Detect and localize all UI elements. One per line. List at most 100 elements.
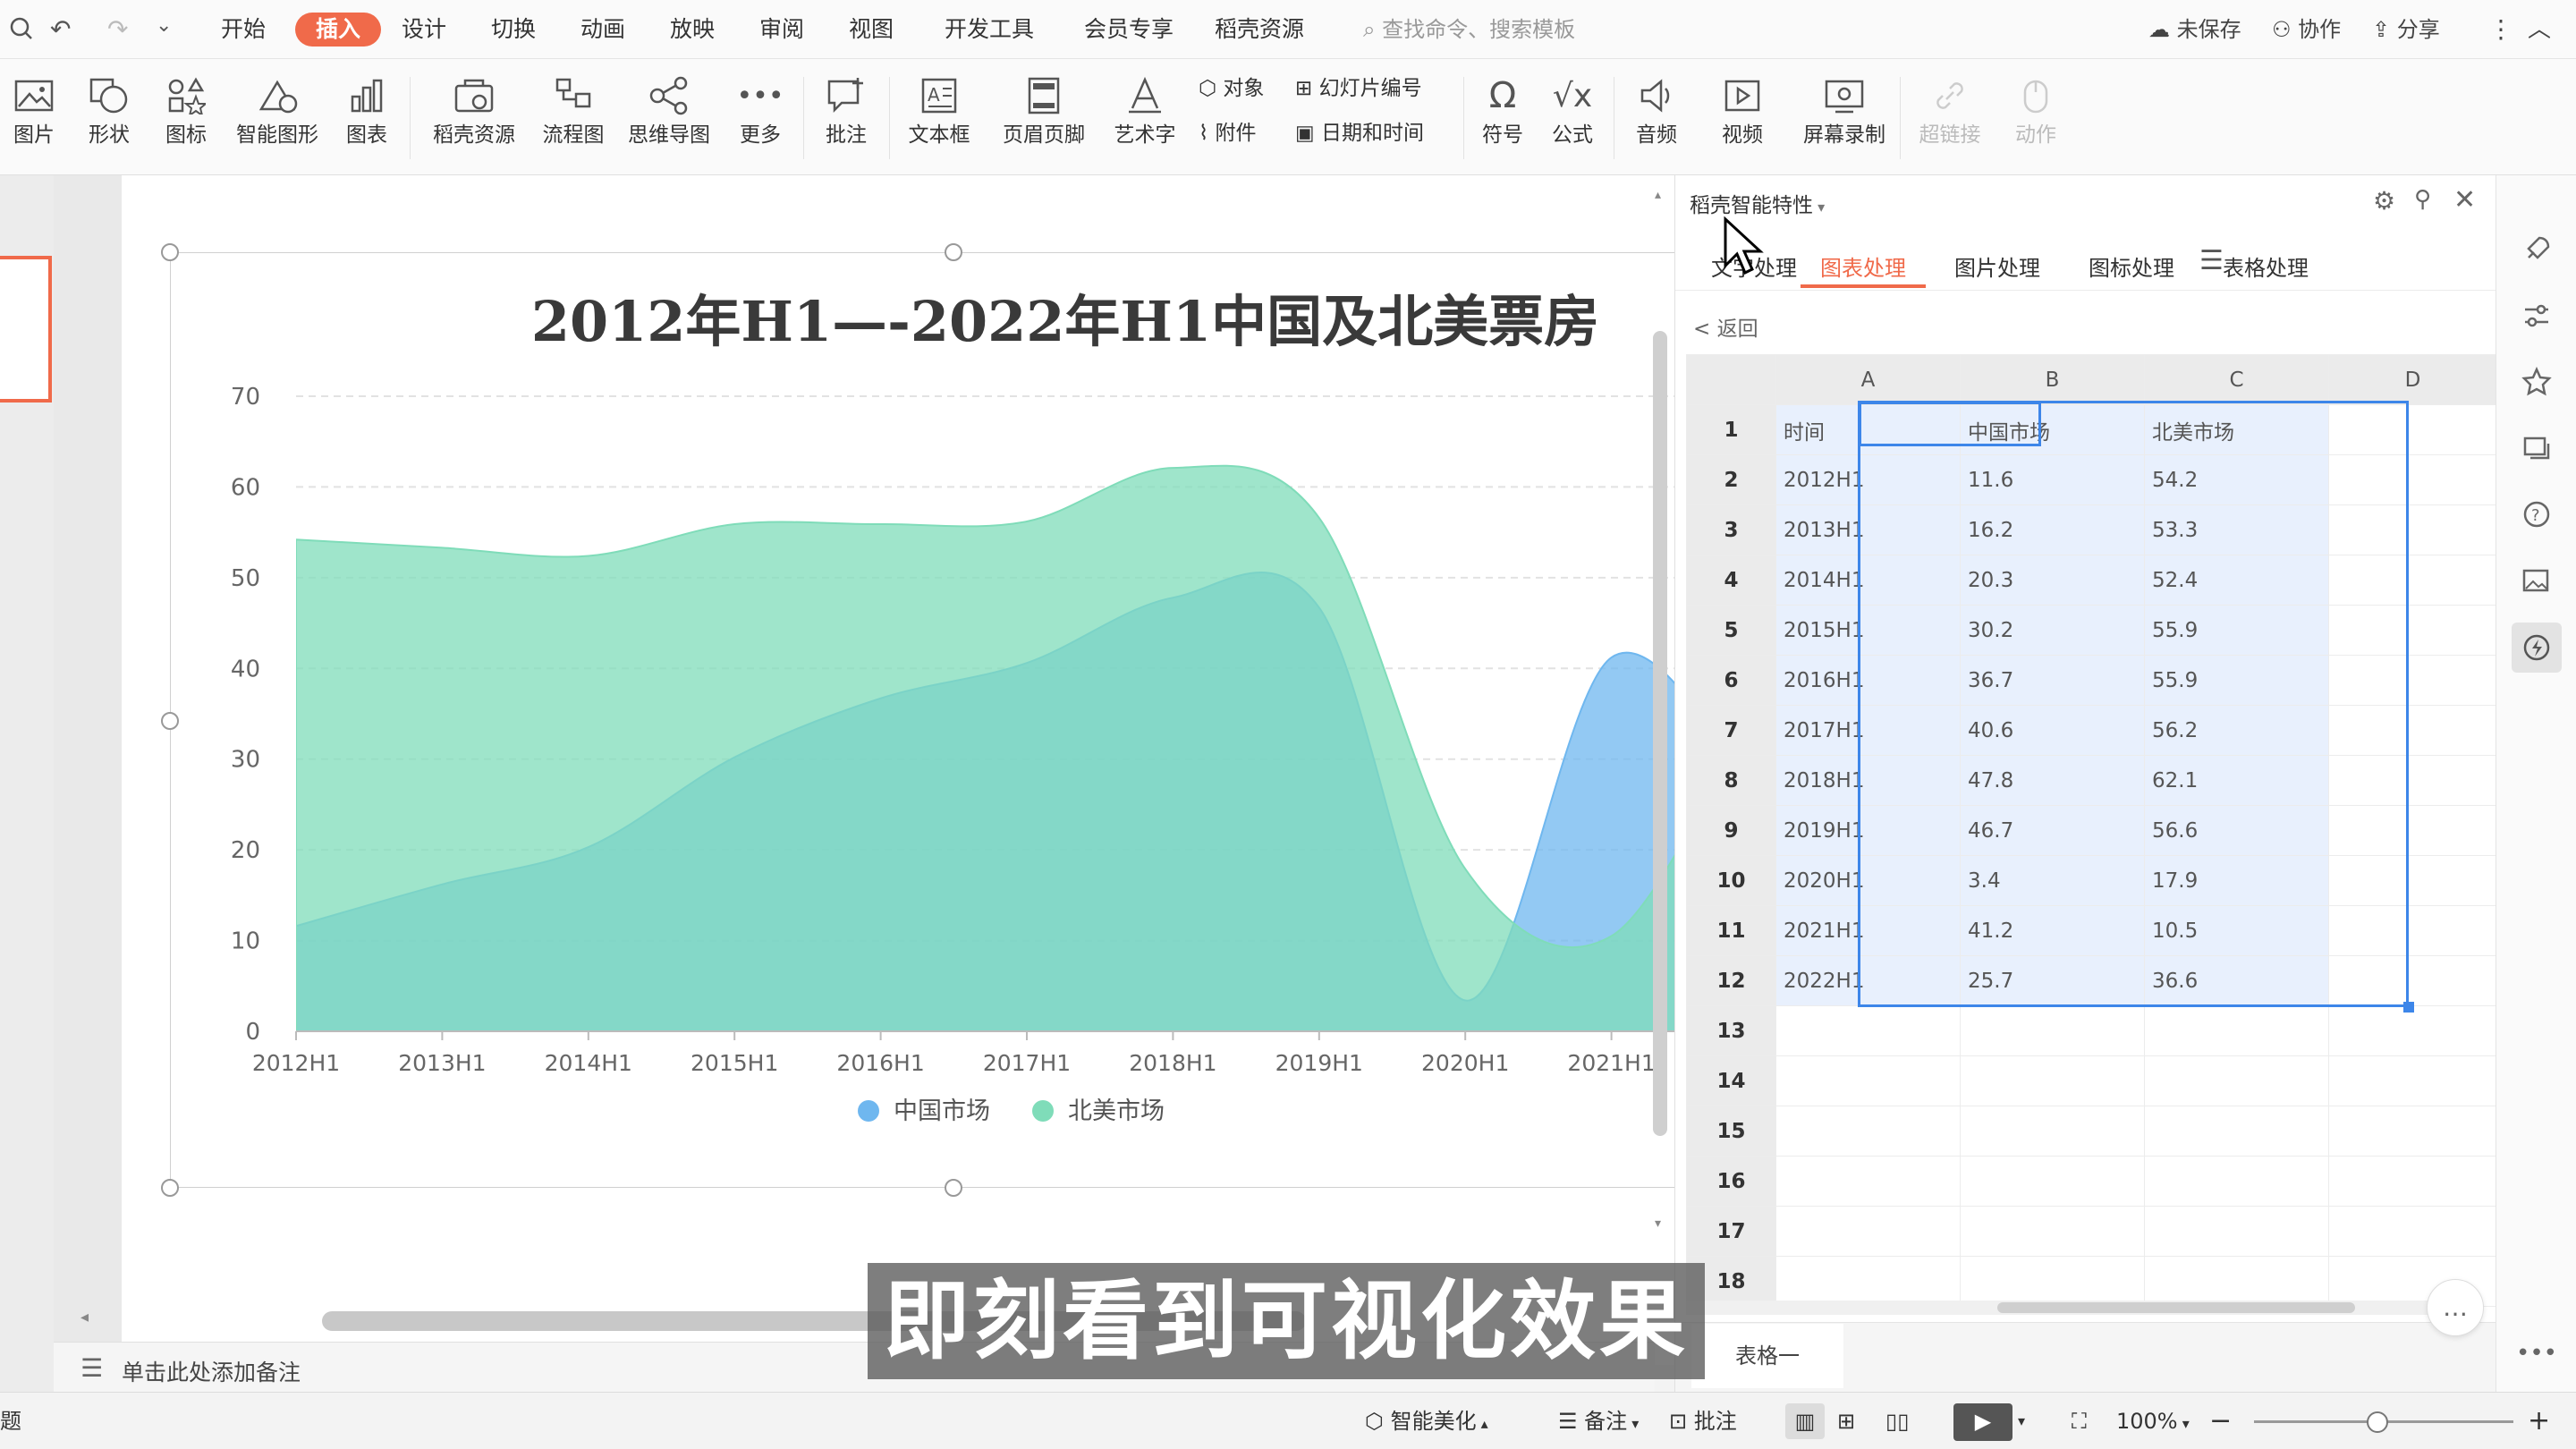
sheet-cell[interactable]: 2022H1 — [1775, 955, 1961, 1006]
search-box[interactable]: ⌕ 查找命令、搜索模板 — [1363, 13, 1575, 47]
sheet-cell[interactable]: 2018H1 — [1775, 755, 1961, 806]
menu-tab[interactable]: 动画 — [576, 13, 630, 47]
column-header[interactable]: B — [1960, 354, 2145, 405]
sheet-cell[interactable]: 53.3 — [2144, 504, 2329, 555]
more-menu-icon[interactable]: ⋮ — [2488, 13, 2513, 47]
sheet-cell[interactable] — [2328, 955, 2497, 1006]
hyperlink-button[interactable]: 超链接 — [1909, 70, 1991, 170]
more-dots-icon[interactable]: ••• — [2516, 1333, 2557, 1374]
menu-tab[interactable]: 插入 — [295, 13, 381, 47]
sheet-cell[interactable]: 17.9 — [2144, 855, 2329, 906]
sheet-cell[interactable]: 2017H1 — [1775, 705, 1961, 756]
row-header[interactable]: 5 — [1686, 605, 1776, 656]
sheet-cell[interactable] — [1775, 1005, 1961, 1056]
sheet-cell[interactable]: 54.2 — [2144, 454, 2329, 505]
sheet-cell[interactable]: 2013H1 — [1775, 504, 1961, 555]
menu-tab[interactable]: 稻壳资源 — [1213, 13, 1306, 47]
sheet-cell[interactable] — [2328, 755, 2497, 806]
sheet-cell[interactable]: 10.5 — [2144, 905, 2329, 956]
formula-button[interactable]: √x 公式 — [1540, 70, 1605, 170]
column-header[interactable]: A — [1775, 354, 1961, 405]
play-options-icon[interactable]: ▾ — [2018, 1403, 2025, 1439]
sheet-cell[interactable]: 62.1 — [2144, 755, 2329, 806]
row-header[interactable]: 4 — [1686, 555, 1776, 606]
sheet-cell[interactable]: 中国市场 — [1960, 404, 2145, 455]
sheet-cell[interactable] — [2144, 1256, 2329, 1307]
sheet-cell[interactable]: 北美市场 — [2144, 404, 2329, 455]
normal-view-icon[interactable]: ▥ — [1785, 1403, 1825, 1439]
row-header[interactable]: 9 — [1686, 805, 1776, 856]
comment-toggle-button[interactable]: ⊡ 批注 — [1669, 1403, 1737, 1439]
close-icon[interactable]: ✕ — [2453, 184, 2476, 216]
sheet-cell[interactable] — [2328, 1156, 2497, 1207]
sheet-cell[interactable] — [1960, 1256, 2145, 1307]
sheet-cell[interactable] — [2328, 705, 2497, 756]
app-menu-icon[interactable] — [7, 14, 36, 49]
resize-handle[interactable] — [945, 1179, 962, 1197]
fill-handle[interactable] — [2403, 1002, 2414, 1013]
sheet-cell[interactable]: 41.2 — [1960, 905, 2145, 956]
resize-handle[interactable] — [161, 243, 179, 261]
sheet-cell[interactable] — [1960, 1156, 2145, 1207]
row-header[interactable]: 2 — [1686, 454, 1776, 505]
sheet-cell[interactable]: 47.8 — [1960, 755, 2145, 806]
gear-icon[interactable]: ⚙ — [2373, 186, 2395, 216]
menu-tab[interactable]: 视图 — [844, 13, 898, 47]
unsaved-button[interactable]: ☁ 未保存 — [2148, 13, 2241, 47]
icon-button[interactable]: 图标 — [152, 70, 220, 170]
sheet-tab[interactable]: 表格一 — [1691, 1324, 1843, 1388]
sheet-cell[interactable]: 56.2 — [2144, 705, 2329, 756]
sheet-cell[interactable]: 52.4 — [2144, 555, 2329, 606]
sheet-cell[interactable]: 36.6 — [2144, 955, 2329, 1006]
reading-view-icon[interactable]: ▯▯ — [1885, 1403, 1909, 1439]
sliders-icon[interactable] — [2516, 295, 2557, 336]
resize-handle[interactable] — [161, 712, 179, 730]
column-header[interactable]: C — [2144, 354, 2329, 405]
sheet-cell[interactable]: 2019H1 — [1775, 805, 1961, 856]
sheet-cell[interactable] — [1775, 1256, 1961, 1307]
rocket-icon[interactable] — [2516, 229, 2557, 270]
sheet-cell[interactable]: 20.3 — [1960, 555, 2145, 606]
screen-record-button[interactable]: 屏幕录制 — [1798, 70, 1891, 170]
sheet-cell[interactable] — [2328, 555, 2497, 606]
sheet-cell[interactable] — [2328, 1055, 2497, 1106]
attachment-button[interactable]: ⌇ 附件 — [1199, 114, 1257, 152]
row-header[interactable]: 15 — [1686, 1106, 1776, 1157]
fit-window-icon[interactable]: ⛶ — [2072, 1403, 2087, 1439]
panel-tab[interactable]: 图片处理 — [1954, 249, 2040, 288]
slides-icon[interactable] — [2516, 428, 2557, 469]
quick-access-more-icon[interactable]: ⌄ — [156, 14, 172, 37]
row-header[interactable]: 13 — [1686, 1005, 1776, 1056]
sheet-cell[interactable]: 16.2 — [1960, 504, 2145, 555]
row-header[interactable]: 14 — [1686, 1055, 1776, 1106]
resize-handle[interactable] — [161, 1179, 179, 1197]
action-button[interactable]: 动作 — [2000, 70, 2072, 170]
sheet-cell[interactable]: 30.2 — [1960, 605, 2145, 656]
panel-title[interactable]: 稻壳智能特性 ▾ — [1690, 188, 1825, 218]
chart-object[interactable]: 2012年H1—-2022年H1中国及北美票房 0 10 20 30 40 50 60 70 20… — [170, 252, 1801, 1188]
zoom-in-icon[interactable]: + — [2528, 1403, 2550, 1439]
row-header[interactable]: 7 — [1686, 705, 1776, 756]
column-header[interactable]: D — [2328, 354, 2497, 405]
sheet-cell[interactable]: 2014H1 — [1775, 555, 1961, 606]
audio-button[interactable]: 音频 — [1623, 70, 1690, 170]
sheet-cell[interactable]: 时间 — [1775, 404, 1961, 455]
sheet-cell[interactable]: 25.7 — [1960, 955, 2145, 1006]
play-button[interactable]: ▶ — [1953, 1403, 2012, 1441]
notes-toggle-button[interactable]: ☰ 备注 ▾ — [1558, 1403, 1639, 1439]
sheet-cell[interactable] — [2328, 454, 2497, 505]
sheet-cell[interactable] — [2328, 1106, 2497, 1157]
scroll-left-icon[interactable]: ◂ — [80, 1308, 89, 1326]
image-tool-icon[interactable] — [2516, 560, 2557, 601]
sheet-cell[interactable] — [2144, 1156, 2329, 1207]
undo-icon[interactable]: ↶ — [50, 14, 71, 44]
sheet-cell[interactable] — [2144, 1106, 2329, 1157]
collapse-ribbon-icon[interactable]: ︿ — [2528, 13, 2551, 47]
comment-button[interactable]: 批注 — [812, 70, 880, 170]
more-insert-button[interactable]: ••• 更多 — [726, 70, 794, 170]
sheet-cell[interactable] — [1960, 1206, 2145, 1257]
sheet-cell[interactable]: 55.9 — [2144, 605, 2329, 656]
object-button[interactable]: ⬡ 对象 — [1199, 70, 1264, 107]
sheet-cell[interactable] — [2328, 605, 2497, 656]
sheet-cell[interactable]: 11.6 — [1960, 454, 2145, 505]
